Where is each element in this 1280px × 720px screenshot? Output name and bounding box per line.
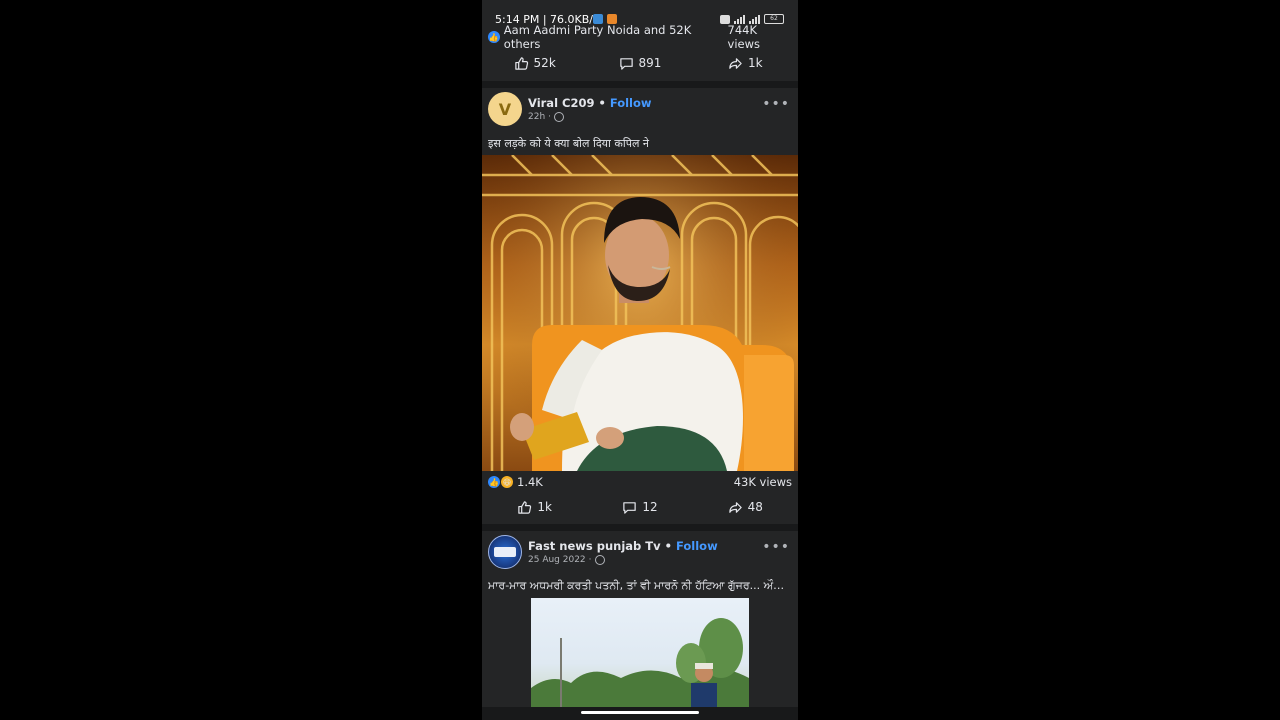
prev-post-footer: 👍 Aam Aadmi Party Noida and 52K others 7… xyxy=(482,23,798,81)
reactions-summary[interactable]: 👍 😆 1.4K xyxy=(488,475,543,489)
share-count: 1k xyxy=(748,56,763,70)
avatar[interactable]: V xyxy=(488,92,522,126)
post-video[interactable] xyxy=(482,155,798,471)
post-caption: ਮਾਰ-ਮਾਰ ਅਧਮਰੀ ਕਰਤੀ ਪਤਨੀ, ਤਾਂ ਵੀ ਮਾਰਨੋ ਨੀ… xyxy=(488,579,790,592)
video-frame xyxy=(531,618,749,707)
video-frame xyxy=(482,155,798,471)
comment-count: 891 xyxy=(638,56,662,70)
share-button[interactable]: 48 xyxy=(693,498,798,516)
comment-button[interactable]: 891 xyxy=(587,54,692,72)
share-icon xyxy=(728,501,742,513)
comment-icon xyxy=(623,501,637,514)
globe-icon xyxy=(594,555,605,565)
globe-icon xyxy=(554,112,565,122)
post-time[interactable]: 25 Aug 2022 xyxy=(528,555,586,565)
thumbs-up-icon xyxy=(514,56,528,70)
facebook-feed: 5:14 PM | 76.0KB/s 62 👍 Aam Aadmi Party … xyxy=(482,0,798,720)
comment-button[interactable]: 12 xyxy=(587,498,692,516)
like-button[interactable]: 52k xyxy=(482,54,587,72)
like-reaction-icon: 👍 xyxy=(488,31,500,43)
share-button[interactable]: 1k xyxy=(693,54,798,72)
follow-button[interactable]: Follow xyxy=(676,539,718,553)
follow-button[interactable]: Follow xyxy=(610,96,652,110)
more-options-button[interactable]: ••• xyxy=(762,539,790,555)
comment-count: 12 xyxy=(642,500,658,514)
views-count: 744K views xyxy=(727,23,761,51)
like-button[interactable]: 1k xyxy=(482,498,587,516)
share-count: 48 xyxy=(747,500,763,514)
news-logo-icon xyxy=(494,547,516,557)
post-card: V Viral C209 • Follow 22h · ••• इस लड़के… xyxy=(482,88,798,524)
reactions-text: Aam Aadmi Party Noida and 52K others xyxy=(503,23,692,51)
comment-icon xyxy=(619,57,633,70)
reactions-summary[interactable]: 👍 Aam Aadmi Party Noida and 52K others xyxy=(488,23,728,51)
like-count: 1k xyxy=(537,500,552,514)
home-indicator[interactable] xyxy=(581,711,699,714)
thumbs-up-icon xyxy=(518,500,532,514)
avatar[interactable] xyxy=(488,535,522,569)
share-icon xyxy=(729,57,742,69)
like-count: 52k xyxy=(533,56,556,70)
post-time[interactable]: 22h xyxy=(528,112,545,122)
author-name[interactable]: Viral C209 xyxy=(528,96,594,110)
author-name[interactable]: Fast news punjab Tv xyxy=(528,539,661,553)
post-caption: इस लड़के को ये क्या बोल दिया कपिल ने xyxy=(488,137,650,150)
like-reaction-icon: 👍 xyxy=(488,476,500,488)
reactions-count: 1.4K xyxy=(517,475,543,489)
more-options-button[interactable]: ••• xyxy=(762,96,790,112)
views-count: 43K views xyxy=(733,475,792,489)
post-card: Fast news punjab Tv • Follow 25 Aug 2022… xyxy=(482,531,798,707)
post-video[interactable] xyxy=(531,598,749,707)
haha-reaction-icon: 😆 xyxy=(501,476,513,488)
